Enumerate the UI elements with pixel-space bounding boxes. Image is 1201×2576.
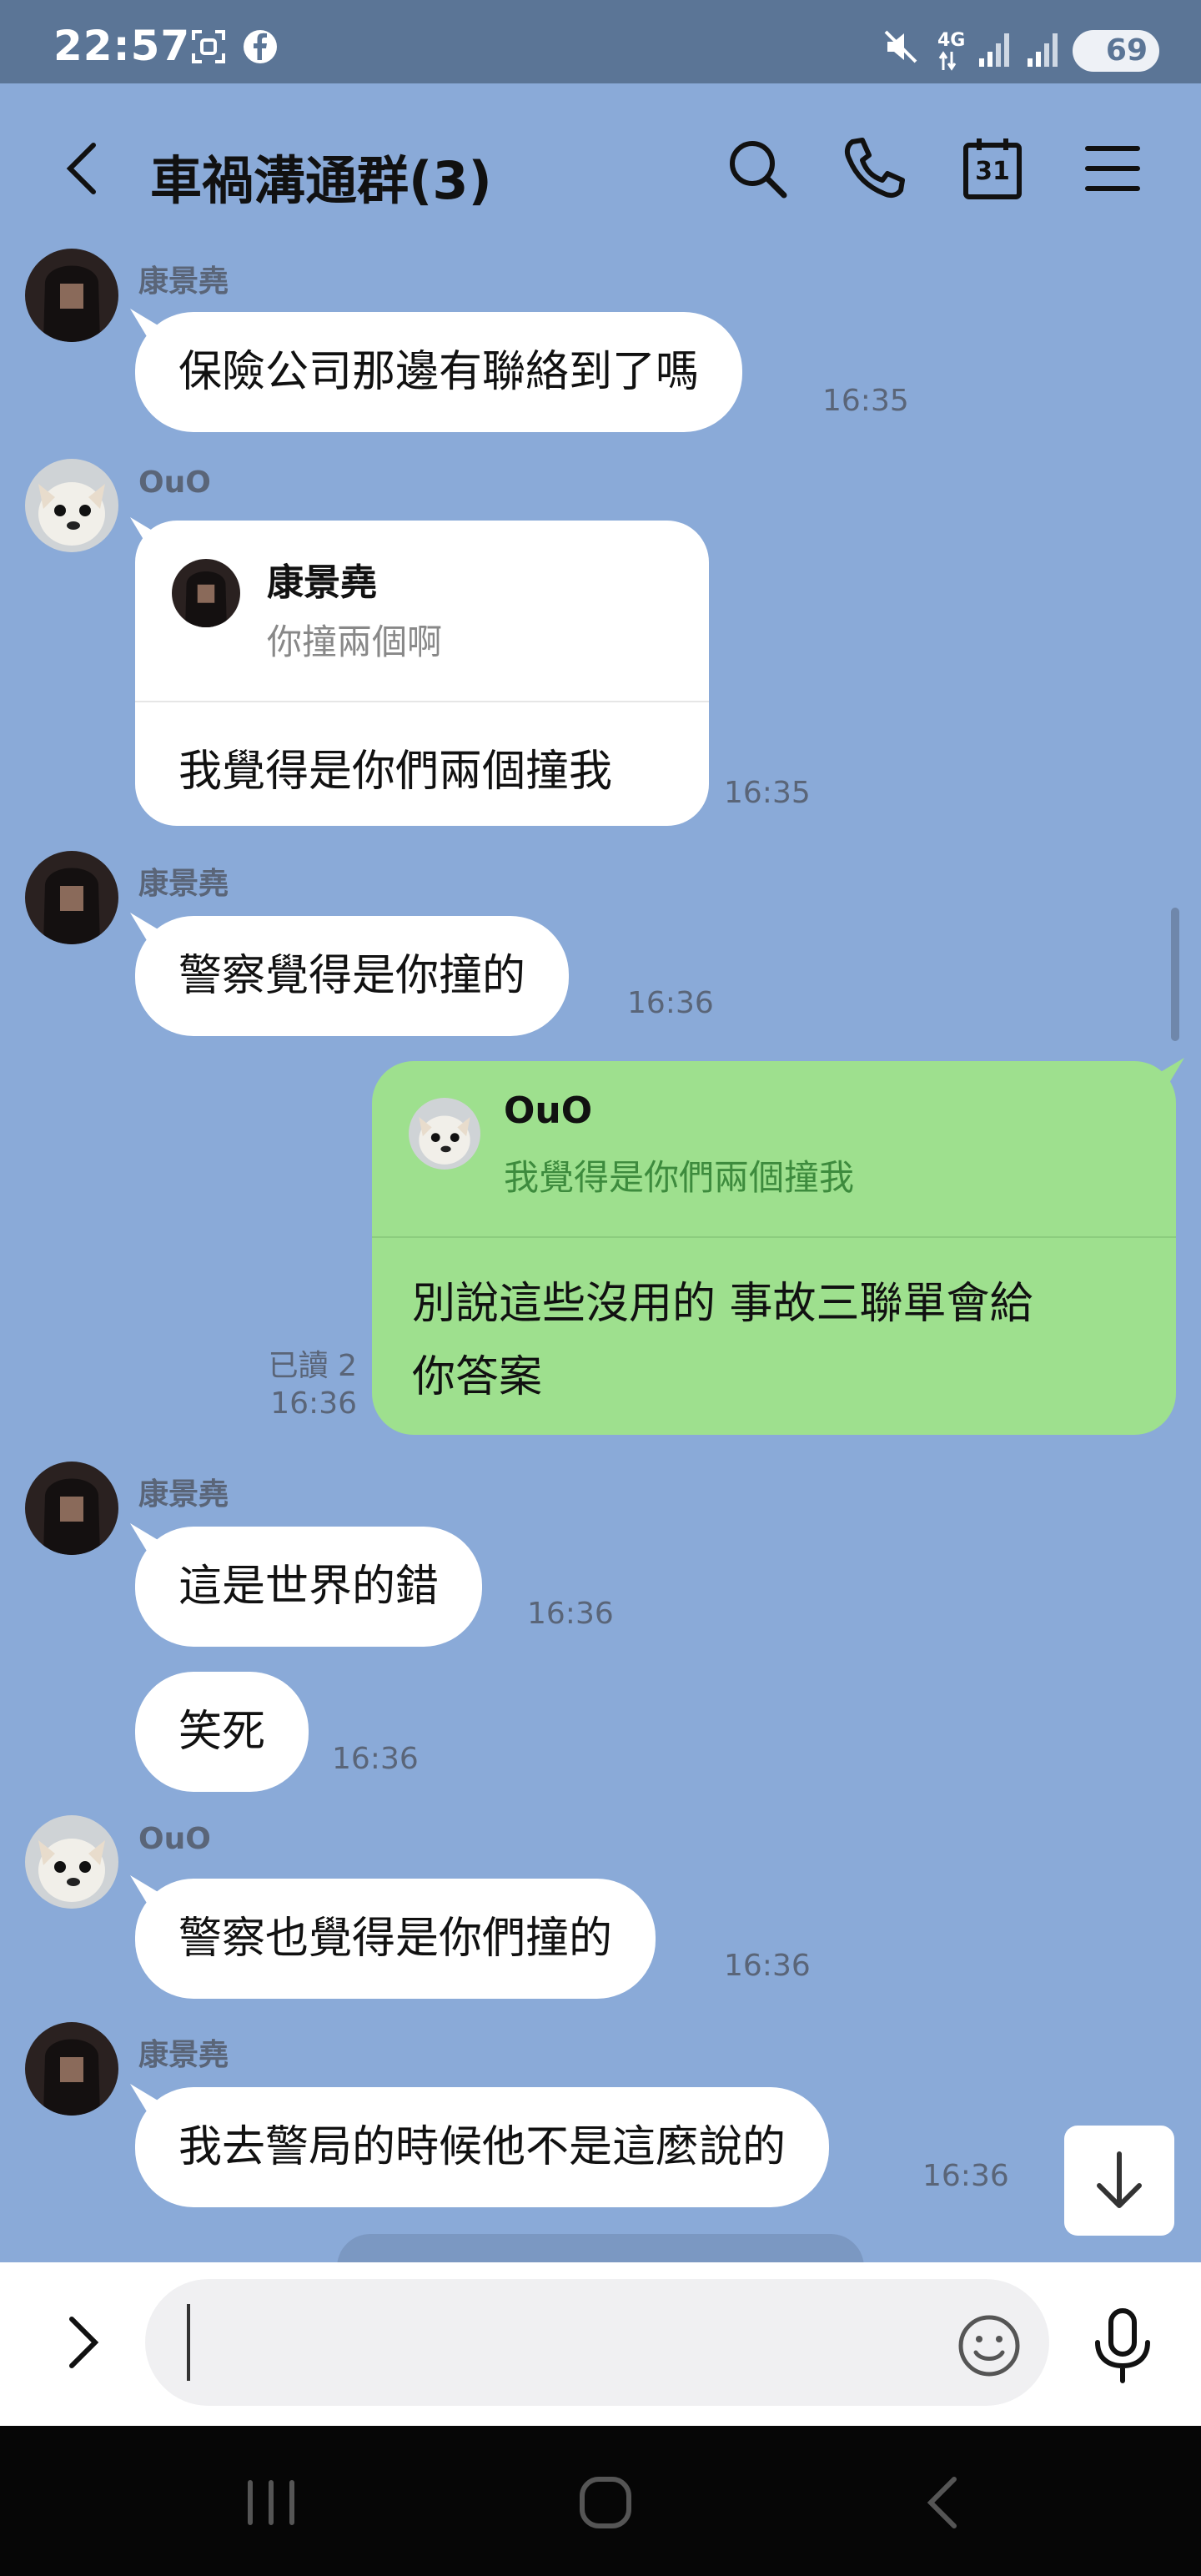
status-time: 22:57 bbox=[53, 22, 191, 70]
calendar-day: 31 bbox=[975, 157, 1010, 186]
expand-icon[interactable] bbox=[53, 2312, 113, 2372]
my-message-bubble[interactable]: OuO 我覺得是你們兩個撞我 別說這些沒用的 事故三聯單會給 你答案 bbox=[372, 1061, 1176, 1435]
message-time: 16:35 bbox=[724, 776, 811, 810]
calendar-icon[interactable]: 31 bbox=[957, 133, 1028, 204]
screenshot-icon bbox=[192, 30, 225, 63]
status-bar: 22:57 4G 69 bbox=[0, 0, 1201, 83]
message-time: 16:36 bbox=[627, 986, 714, 1020]
avatar[interactable] bbox=[25, 249, 118, 342]
message-time: 16:36 bbox=[922, 2159, 1009, 2193]
message-time: 16:36 bbox=[332, 1742, 419, 1776]
message-bubble[interactable]: 警察覺得是你撞的 bbox=[135, 916, 570, 1036]
message-text: 保險公司那邊有聯絡到了嗎 bbox=[178, 347, 700, 397]
recent-apps-icon[interactable] bbox=[242, 2478, 300, 2528]
reply-text: 你撞兩個啊 bbox=[267, 621, 443, 662]
mic-icon[interactable] bbox=[1084, 2306, 1161, 2386]
scrollbar[interactable] bbox=[1171, 908, 1179, 1041]
message-text: 笑死 bbox=[178, 1707, 266, 1757]
message-text-line-1: 別說這些沒用的 事故三聯單會給 bbox=[412, 1279, 1033, 1329]
avatar[interactable] bbox=[25, 1815, 118, 1909]
reply-divider bbox=[135, 701, 709, 702]
avatar[interactable] bbox=[25, 459, 118, 552]
data-arrows-icon bbox=[938, 51, 957, 71]
sender-name: 康景堯 bbox=[138, 2038, 229, 2072]
message-text: 我去警局的時候他不是這麼說的 bbox=[178, 2122, 786, 2172]
message-text: 我覺得是你們兩個撞我 bbox=[178, 747, 613, 797]
scroll-to-bottom-button[interactable] bbox=[1064, 2126, 1174, 2236]
back-nav-icon[interactable] bbox=[917, 2473, 967, 2533]
read-receipt: 已讀 2 bbox=[268, 1349, 357, 1383]
reply-text: 我覺得是你們兩個撞我 bbox=[504, 1157, 855, 1198]
network-type: 4G bbox=[937, 30, 966, 51]
message-time: 16:35 bbox=[822, 384, 909, 418]
message-text: 這是世界的錯 bbox=[178, 1562, 440, 1612]
avatar[interactable] bbox=[25, 1462, 118, 1555]
message-bubble[interactable]: 保險公司那邊有聯絡到了嗎 bbox=[135, 312, 743, 432]
reply-name: 康景堯 bbox=[267, 561, 377, 604]
message-text: 警察也覺得是你們撞的 bbox=[178, 1914, 613, 1964]
message-time: 16:36 bbox=[527, 1597, 614, 1631]
sender-name: 康景堯 bbox=[138, 1477, 229, 1512]
message-bubble[interactable]: 這是世界的錯 bbox=[135, 1527, 483, 1647]
sender-name: OuO bbox=[138, 465, 211, 500]
message-text-line-2: 你答案 bbox=[412, 1352, 543, 1402]
signal-icon bbox=[1028, 33, 1058, 67]
message-bubble[interactable]: 警察也覺得是你們撞的 bbox=[135, 1879, 656, 1999]
reply-avatar bbox=[409, 1098, 480, 1170]
battery-icon: 69 bbox=[1073, 30, 1159, 72]
avatar[interactable] bbox=[25, 2022, 118, 2116]
reply-avatar bbox=[172, 559, 240, 627]
sender-name: 康景堯 bbox=[138, 264, 229, 299]
message-time: 16:36 bbox=[270, 1386, 357, 1421]
menu-icon[interactable] bbox=[1078, 133, 1148, 204]
sender-name: 康景堯 bbox=[138, 867, 229, 901]
system-navigation-bar bbox=[0, 2426, 1201, 2576]
message-bubble[interactable]: 笑死 bbox=[135, 1672, 309, 1792]
back-icon[interactable] bbox=[48, 133, 118, 204]
text-caret bbox=[187, 2304, 190, 2381]
message-time: 16:36 bbox=[724, 1949, 811, 1983]
mute-icon bbox=[884, 30, 917, 63]
message-text: 警察覺得是你撞的 bbox=[178, 951, 526, 1001]
search-icon[interactable] bbox=[722, 133, 792, 204]
message-bubble[interactable]: 康景堯 你撞兩個啊 我覺得是你們兩個撞我 bbox=[135, 521, 709, 826]
message-input[interactable] bbox=[145, 2279, 1049, 2406]
battery-level: 69 bbox=[1105, 33, 1148, 68]
sender-name: OuO bbox=[138, 1822, 211, 1856]
signal-icon bbox=[979, 33, 1009, 67]
avatar[interactable] bbox=[25, 851, 118, 944]
phone-icon[interactable] bbox=[839, 133, 909, 204]
emoji-icon[interactable] bbox=[956, 2312, 1023, 2379]
arrow-down-icon bbox=[1097, 2151, 1142, 2208]
reply-name: OuO bbox=[504, 1089, 593, 1132]
message-bubble[interactable]: 我去警局的時候他不是這麼說的 bbox=[135, 2087, 830, 2207]
home-icon[interactable] bbox=[575, 2473, 636, 2533]
reply-divider bbox=[372, 1236, 1176, 1238]
facebook-icon bbox=[244, 30, 277, 63]
chat-title: 車禍溝通群(3) bbox=[150, 150, 492, 211]
